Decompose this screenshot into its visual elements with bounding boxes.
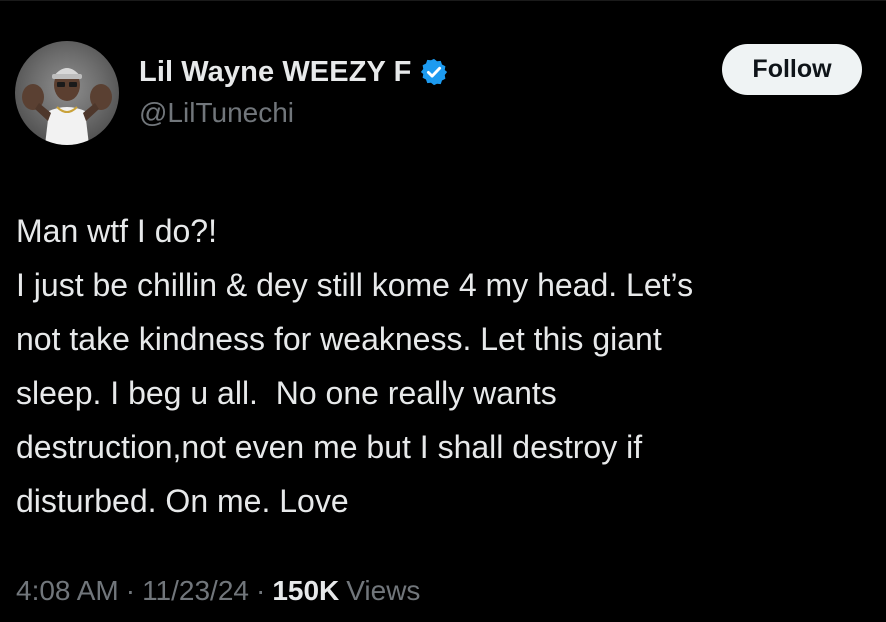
views-count[interactable]: 150K [272,575,339,607]
avatar-image [22,68,112,145]
avatar[interactable] [15,41,119,145]
meta-separator: · [125,575,136,606]
verified-badge-icon[interactable] [419,57,449,87]
meta-separator: · [255,575,266,606]
tweet-date[interactable]: 11/23/24 [142,575,249,607]
tweet-text-line: sleep. I beg u all. No one really wants [16,375,557,411]
tweet-text-line: disturbed. On me. Love [16,483,349,519]
tweet-meta: 4:08 AM · 11/23/24 · 150K Views [16,575,420,607]
follow-button[interactable]: Follow [722,44,862,95]
tweet-text-line: not take kindness for weakness. Let this… [16,321,662,357]
tweet-time[interactable]: 4:08 AM [16,575,119,607]
views-label: Views [346,575,421,606]
author-name-row: Lil Wayne WEEZY F [139,52,449,92]
tweet-text: Man wtf I do?! I just be chillin & dey s… [16,204,876,528]
author-handle[interactable]: @LilTunechi [139,97,294,129]
tweet-text-line: I just be chillin & dey still kome 4 my … [16,267,694,303]
tweet-card: Lil Wayne WEEZY F @LilTunechi Follow Man… [0,0,886,622]
tweet-text-line: Man wtf I do?! [16,213,217,249]
tweet-text-line: destruction,not even me but I shall dest… [16,429,643,465]
author-display-name[interactable]: Lil Wayne WEEZY F [139,56,411,89]
